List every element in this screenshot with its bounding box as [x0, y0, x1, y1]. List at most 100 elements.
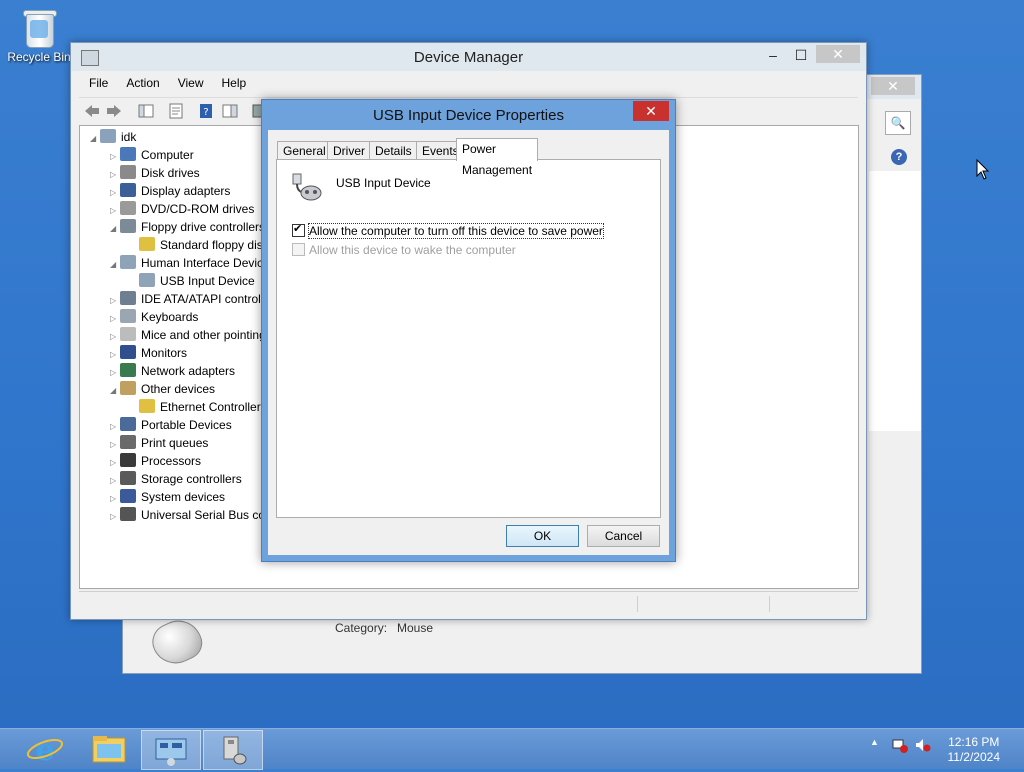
- system-clock[interactable]: 12:16 PM 11/2/2024: [948, 735, 1001, 765]
- processor-icon: [120, 453, 136, 467]
- internet-explorer-taskbar-button[interactable]: e: [16, 730, 74, 768]
- minimize-button[interactable]: –: [760, 45, 786, 65]
- collapse-arrow-icon[interactable]: ◢: [110, 220, 120, 238]
- ide-controller-icon: [120, 291, 136, 305]
- checkbox-checked-icon[interactable]: [292, 222, 305, 237]
- device-manager-icon: [223, 736, 247, 765]
- tree-item-disk-drives[interactable]: ▷ Disk drives: [110, 164, 200, 182]
- collapse-arrow-icon[interactable]: ◢: [110, 382, 120, 400]
- tree-item-label: System devices: [141, 490, 226, 504]
- usb-controller-icon: [120, 507, 136, 521]
- tab-driver[interactable]: Driver: [327, 141, 371, 160]
- tree-item-system-devices[interactable]: ▷ System devices: [110, 488, 225, 506]
- dialog-close-button[interactable]: ✕: [633, 101, 669, 121]
- tab-general[interactable]: General: [277, 141, 332, 160]
- recycle-bin-desktop-icon[interactable]: Recycle Bin: [6, 6, 72, 64]
- tree-item-label: Human Interface Devices: [141, 256, 276, 270]
- tab-power-management[interactable]: Power Management: [456, 138, 539, 177]
- help-book-icon[interactable]: ?: [197, 102, 215, 120]
- dvd-drive-icon: [120, 201, 136, 215]
- tree-item-label: Monitors: [141, 346, 188, 360]
- ok-button[interactable]: OK: [506, 525, 579, 547]
- device-name: USB Input Device: [336, 176, 431, 190]
- expand-arrow-icon[interactable]: ▷: [110, 508, 120, 526]
- tree-item-dvd-drives[interactable]: ▷ DVD/CD-ROM drives: [110, 200, 254, 218]
- computer-root-icon: [100, 129, 116, 143]
- control-panel-icon: [155, 738, 187, 766]
- usb-input-device-properties-dialog[interactable]: USB Input Device Properties ✕ General Dr…: [261, 99, 676, 562]
- network-status-icon[interactable]: [892, 737, 908, 756]
- tab-details[interactable]: Details: [369, 141, 418, 160]
- svg-text:?: ?: [203, 107, 208, 118]
- tree-item-network-adapters[interactable]: ▷ Network adapters: [110, 362, 235, 380]
- device-manager-taskbar-button[interactable]: [203, 730, 263, 770]
- category-value: Mouse: [397, 621, 434, 635]
- tree-item-computer[interactable]: ▷ Computer: [110, 146, 194, 164]
- tree-item-ide-controllers[interactable]: ▷ IDE ATA/ATAPI controllers: [110, 290, 280, 308]
- properties-icon[interactable]: [167, 102, 185, 120]
- forward-arrow-icon[interactable]: [105, 102, 123, 120]
- tree-item-other-devices[interactable]: ◢ Other devices: [110, 380, 215, 398]
- network-adapter-icon: [120, 363, 136, 377]
- tree-item-portable-devices[interactable]: ▷ Portable Devices: [110, 416, 232, 434]
- tree-item-hid[interactable]: ◢ Human Interface Devices: [110, 254, 276, 272]
- tree-item-label: Network adapters: [141, 364, 236, 378]
- menu-file[interactable]: File: [79, 73, 116, 90]
- svg-text:e: e: [35, 733, 54, 768]
- computer-icon: [120, 147, 136, 161]
- collapse-arrow-icon[interactable]: ◢: [90, 130, 100, 148]
- usb-input-device-icon: [292, 173, 322, 201]
- menu-action[interactable]: Action: [116, 73, 167, 90]
- mouse-cursor-icon: [976, 159, 990, 180]
- file-explorer-taskbar-button[interactable]: [80, 730, 138, 768]
- show-hidden-icons-button[interactable]: ▲: [870, 737, 879, 747]
- recycle-bin-label: Recycle Bin: [7, 50, 71, 64]
- close-button[interactable]: ✕: [816, 45, 860, 63]
- control-panel-taskbar-button[interactable]: [141, 730, 201, 770]
- cancel-button[interactable]: Cancel: [587, 525, 660, 547]
- display-adapter-icon: [120, 183, 136, 197]
- background-window-panel: [869, 171, 921, 431]
- tree-item-label: Keyboards: [141, 310, 199, 324]
- show-hide-console-tree-icon[interactable]: [137, 102, 155, 120]
- tree-item-processors[interactable]: ▷ Processors: [110, 452, 201, 470]
- floppy-warning-icon: [139, 237, 155, 251]
- volume-muted-icon[interactable]: [915, 737, 931, 756]
- tree-item-ethernet-controller[interactable]: Ethernet Controller: [139, 398, 261, 416]
- tree-item-label: Ethernet Controller: [160, 400, 261, 414]
- category-label: Category:: [335, 621, 388, 635]
- portable-devices-icon: [120, 417, 136, 431]
- tree-item-storage-controllers[interactable]: ▷ Storage controllers: [110, 470, 242, 488]
- show-pane-icon[interactable]: [221, 102, 239, 120]
- help-icon[interactable]: ?: [891, 149, 907, 165]
- allow-wake-label: Allow this device to wake the computer: [309, 243, 516, 257]
- mouse-image: [146, 612, 209, 672]
- keyboard-icon: [120, 309, 136, 323]
- hid-icon: [120, 255, 136, 269]
- dialog-title: USB Input Device Properties: [373, 107, 564, 124]
- menu-help[interactable]: Help: [212, 73, 255, 90]
- tree-item-floppy-controllers[interactable]: ◢ Floppy drive controllers: [110, 218, 265, 236]
- allow-turn-off-checkbox[interactable]: Allow the computer to turn off this devi…: [292, 222, 604, 239]
- device-manager-app-icon: [81, 50, 99, 66]
- allow-turn-off-label[interactable]: Allow the computer to turn off this devi…: [308, 223, 604, 239]
- tree-item-print-queues[interactable]: ▷ Print queues: [110, 434, 208, 452]
- tree-item-usb-input-device[interactable]: USB Input Device: [139, 272, 255, 290]
- search-icon[interactable]: 🔍: [885, 111, 911, 135]
- printer-icon: [120, 435, 136, 449]
- tree-item-label: Disk drives: [141, 166, 200, 180]
- tree-item-keyboards[interactable]: ▷ Keyboards: [110, 308, 198, 326]
- maximize-button[interactable]: ☐: [788, 45, 814, 65]
- folder-icon: [92, 736, 126, 763]
- background-window-close-button[interactable]: ✕: [871, 77, 915, 95]
- collapse-arrow-icon[interactable]: ◢: [110, 256, 120, 274]
- tree-item-root[interactable]: ◢ idk: [90, 128, 136, 146]
- storage-controller-icon: [120, 471, 136, 485]
- tree-item-label: idk: [121, 130, 137, 144]
- back-arrow-icon[interactable]: [83, 102, 101, 120]
- tree-item-display-adapters[interactable]: ▷ Display adapters: [110, 182, 230, 200]
- clock-time: 12:16 PM: [948, 735, 1000, 749]
- menu-view[interactable]: View: [168, 73, 212, 90]
- tree-item-label: DVD/CD-ROM drives: [141, 202, 255, 216]
- tree-item-monitors[interactable]: ▷ Monitors: [110, 344, 187, 362]
